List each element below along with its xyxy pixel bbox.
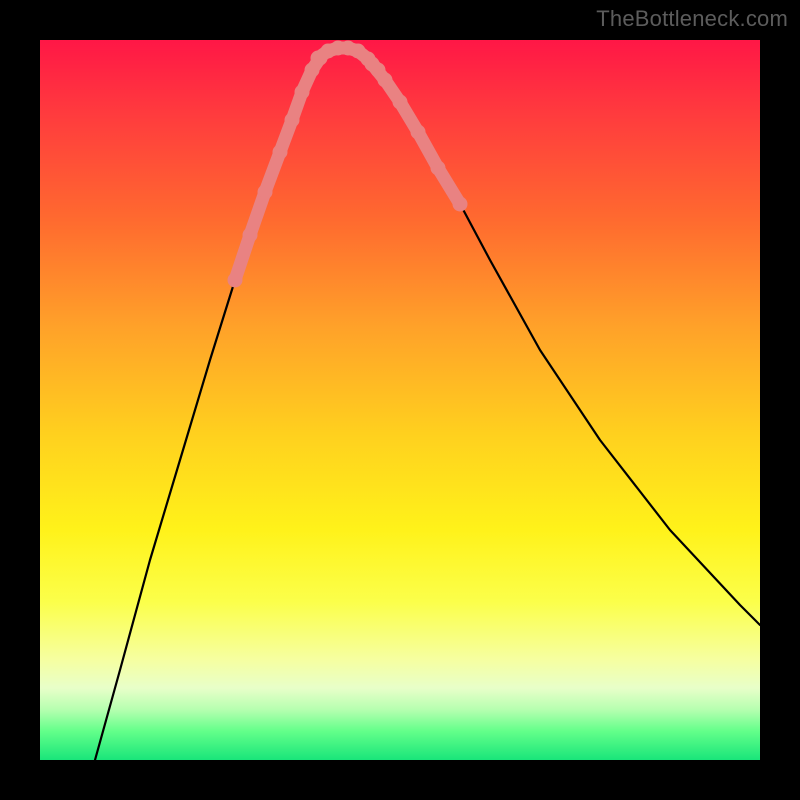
plot-area (40, 40, 760, 760)
highlight-layer (228, 41, 468, 288)
chart-frame: TheBottleneck.com (0, 0, 800, 800)
right-highlight-segment-dot (453, 197, 468, 212)
watermark-text: TheBottleneck.com (596, 6, 788, 32)
curve-svg (40, 40, 760, 760)
